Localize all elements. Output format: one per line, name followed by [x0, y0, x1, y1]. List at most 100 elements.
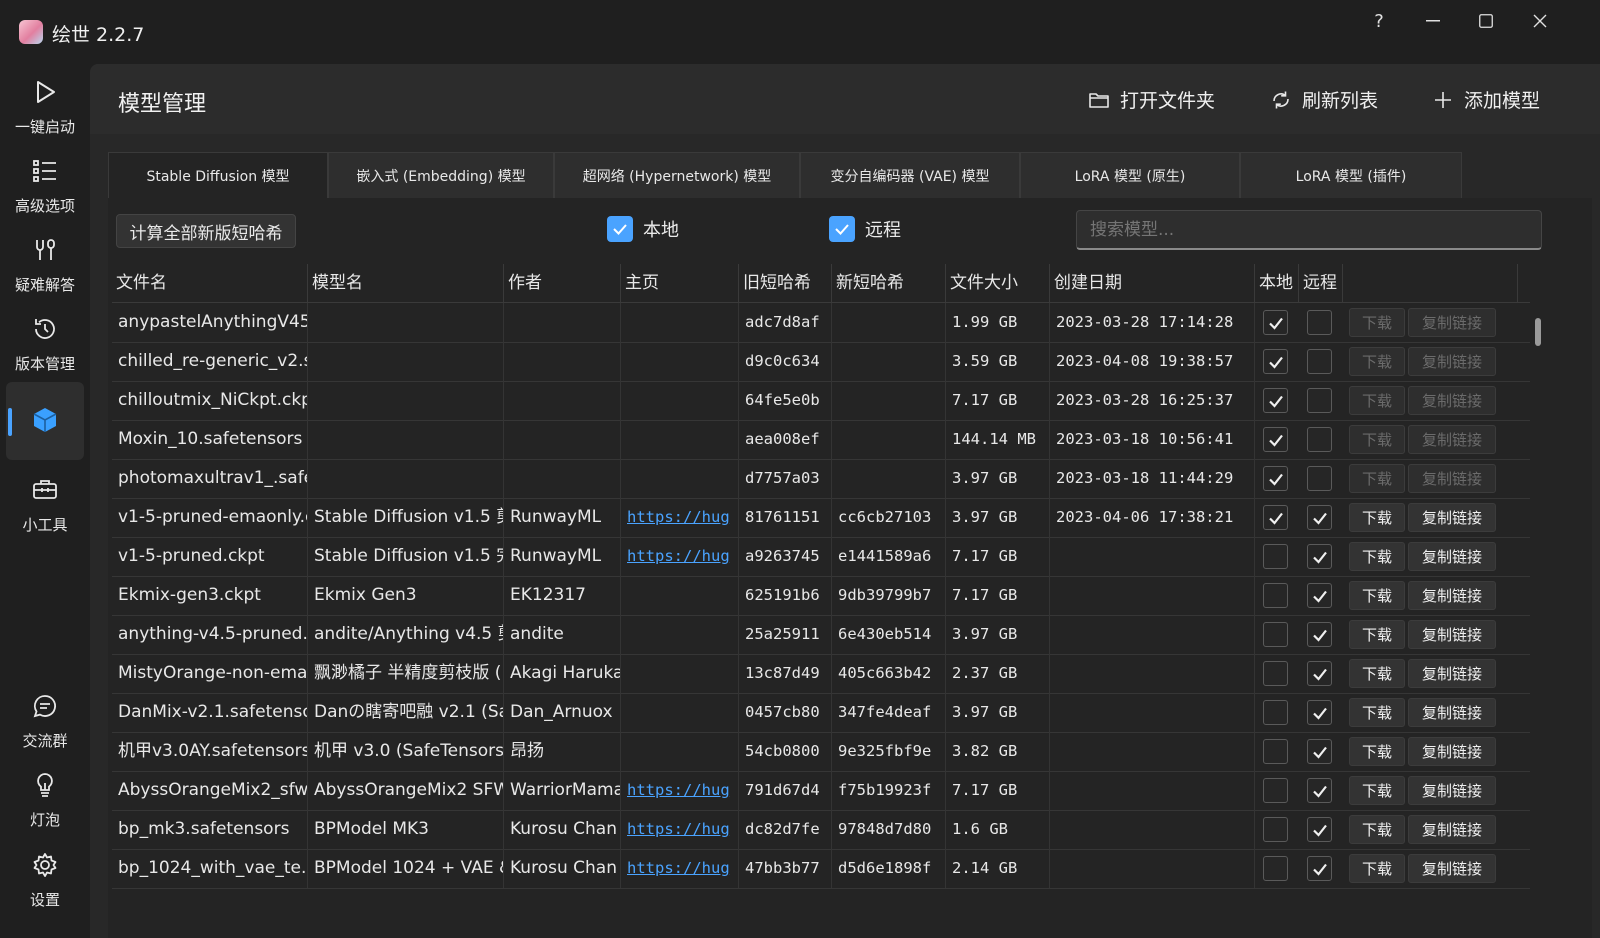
sidebar-item-community[interactable]: 交流群 — [6, 678, 84, 756]
column-header[interactable]: 文件大小 — [946, 264, 1050, 302]
table-row[interactable]: bp_mk3.safetensors BPModel MK3 Kurosu Chan… — [112, 810, 1530, 850]
local-checkbox[interactable] — [1263, 778, 1288, 803]
local-checkbox[interactable] — [1263, 544, 1288, 569]
sidebar-item-lightbulb[interactable]: 灯泡 — [6, 757, 84, 835]
cell-homepage[interactable]: https://hug — [621, 849, 739, 888]
download-button[interactable]: 下载 — [1349, 581, 1405, 610]
local-checkbox[interactable] — [1263, 466, 1288, 491]
local-filter-checkbox[interactable]: 本地 — [607, 216, 679, 242]
download-button[interactable]: 下载 — [1349, 698, 1405, 727]
download-button[interactable]: 下载 — [1349, 776, 1405, 805]
remote-checkbox[interactable] — [1307, 778, 1332, 803]
copy-link-button[interactable]: 复制链接 — [1408, 776, 1496, 805]
table-row[interactable]: anything-v4.5-pruned.s andite/Anything v4… — [112, 615, 1530, 655]
local-checkbox[interactable] — [1263, 700, 1288, 725]
copy-link-button[interactable]: 复制链接 — [1408, 386, 1496, 415]
remote-checkbox[interactable] — [1307, 583, 1332, 608]
table-row[interactable]: Ekmix-gen3.ckpt Ekmix Gen3 EK12317 625191b6… — [112, 576, 1530, 616]
minimize-button[interactable] — [1406, 4, 1460, 38]
local-checkbox[interactable] — [1263, 622, 1288, 647]
download-button[interactable]: 下载 — [1349, 737, 1405, 766]
add-model-button[interactable]: 添加模型 — [1432, 86, 1540, 113]
copy-link-button[interactable]: 复制链接 — [1408, 581, 1496, 610]
remote-checkbox[interactable] — [1307, 817, 1332, 842]
download-button[interactable]: 下载 — [1349, 659, 1405, 688]
sidebar-item-versions[interactable]: 版本管理 — [6, 301, 84, 379]
calc-hash-button[interactable]: 计算全部新版短哈希 — [116, 214, 296, 248]
download-button[interactable]: 下载 — [1349, 503, 1405, 532]
download-button[interactable]: 下载 — [1349, 620, 1405, 649]
column-header[interactable]: 作者 — [504, 264, 621, 302]
download-button[interactable]: 下载 — [1349, 464, 1405, 493]
search-input[interactable] — [1076, 210, 1542, 250]
tab-vae[interactable]: 变分自编码器 (VAE) 模型 — [800, 152, 1020, 198]
copy-link-button[interactable]: 复制链接 — [1408, 854, 1496, 883]
column-header[interactable]: 模型名 — [308, 264, 504, 302]
sidebar-item-settings[interactable]: 设置 — [6, 837, 84, 915]
remote-checkbox[interactable] — [1307, 388, 1332, 413]
copy-link-button[interactable]: 复制链接 — [1408, 425, 1496, 454]
cell-homepage[interactable]: https://hug — [621, 771, 739, 810]
download-button[interactable]: 下载 — [1349, 425, 1405, 454]
column-header[interactable]: 新短哈希 — [832, 264, 946, 302]
local-checkbox[interactable] — [1263, 427, 1288, 452]
tab-lora-native[interactable]: LoRA 模型 (原生) — [1020, 152, 1240, 198]
homepage-link[interactable]: https://hug — [627, 508, 730, 526]
sidebar-item-launch[interactable]: 一键启动 — [6, 64, 84, 142]
download-button[interactable]: 下载 — [1349, 854, 1405, 883]
help-button[interactable]: ? — [1352, 4, 1406, 38]
download-button[interactable]: 下载 — [1349, 542, 1405, 571]
copy-link-button[interactable]: 复制链接 — [1408, 347, 1496, 376]
copy-link-button[interactable]: 复制链接 — [1408, 308, 1496, 337]
table-row[interactable]: bp_1024_with_vae_te.cl BPModel 1024 + VAE… — [112, 849, 1530, 889]
table-row[interactable]: anypastelAnythingV45_ adc7d8af 1.99 GB 2023… — [112, 303, 1530, 343]
copy-link-button[interactable]: 复制链接 — [1408, 698, 1496, 727]
local-checkbox[interactable] — [1263, 505, 1288, 530]
sidebar-item-advanced[interactable]: 高级选项 — [6, 143, 84, 221]
download-button[interactable]: 下载 — [1349, 386, 1405, 415]
remote-checkbox[interactable] — [1307, 661, 1332, 686]
remote-checkbox[interactable] — [1307, 310, 1332, 335]
cell-homepage[interactable]: https://hug — [621, 537, 739, 576]
table-row[interactable]: v1-5-pruned-emaonly.c Stable Diffusion v1… — [112, 498, 1530, 538]
copy-link-button[interactable]: 复制链接 — [1408, 503, 1496, 532]
column-header[interactable]: 文件名 — [112, 264, 308, 302]
column-header[interactable]: 旧短哈希 — [739, 264, 832, 302]
remote-checkbox[interactable] — [1307, 856, 1332, 881]
download-button[interactable]: 下载 — [1349, 347, 1405, 376]
homepage-link[interactable]: https://hug — [627, 781, 730, 799]
remote-filter-checkbox[interactable]: 远程 — [829, 216, 901, 242]
remote-checkbox[interactable] — [1307, 739, 1332, 764]
local-checkbox[interactable] — [1263, 661, 1288, 686]
remote-checkbox[interactable] — [1307, 349, 1332, 374]
download-button[interactable]: 下载 — [1349, 815, 1405, 844]
maximize-button[interactable] — [1459, 4, 1513, 38]
sidebar-item-tools[interactable]: 小工具 — [6, 462, 84, 540]
tab-hypernetwork[interactable]: 超网络 (Hypernetwork) 模型 — [554, 152, 800, 198]
table-row[interactable]: v1-5-pruned.ckpt Stable Diffusion v1.5 完R… — [112, 537, 1530, 577]
local-checkbox[interactable] — [1263, 310, 1288, 335]
close-button[interactable] — [1513, 4, 1567, 38]
table-row[interactable]: Moxin_10.safetensors aea008ef 144.14 MB 202… — [112, 420, 1530, 460]
column-header[interactable]: 主页 — [621, 264, 739, 302]
remote-checkbox[interactable] — [1307, 544, 1332, 569]
tab-stable-diffusion[interactable]: Stable Diffusion 模型 — [108, 152, 328, 198]
column-header[interactable]: 创建日期 — [1050, 264, 1255, 302]
table-row[interactable]: 机甲v3.0AY.safetensors 机甲 v3.0 (SafeTensors… — [112, 732, 1530, 772]
refresh-button[interactable]: 刷新列表 — [1270, 86, 1378, 113]
table-row[interactable]: chilled_re-generic_v2.sa d9c0c634 3.59 GB 2… — [112, 342, 1530, 382]
table-row[interactable]: DanMix-v2.1.safetensor Danの瞎寄吧融 v2.1 (Sa D… — [112, 693, 1530, 733]
local-checkbox[interactable] — [1263, 349, 1288, 374]
copy-link-button[interactable]: 复制链接 — [1408, 737, 1496, 766]
local-checkbox[interactable] — [1263, 739, 1288, 764]
open-folder-button[interactable]: 打开文件夹 — [1088, 86, 1215, 113]
column-header[interactable]: 远程 — [1299, 264, 1343, 302]
remote-checkbox[interactable] — [1307, 700, 1332, 725]
table-row[interactable]: AbyssOrangeMix2_sfw. AbyssOrangeMix2 SFW W… — [112, 771, 1530, 811]
tab-embedding[interactable]: 嵌入式 (Embedding) 模型 — [328, 152, 554, 198]
cell-homepage[interactable]: https://hug — [621, 810, 739, 849]
column-header[interactable]: 本地 — [1255, 264, 1299, 302]
cell-homepage[interactable]: https://hug — [621, 498, 739, 537]
table-row[interactable]: chilloutmix_NiCkpt.ckpt 64fe5e0b 7.17 GB 20… — [112, 381, 1530, 421]
copy-link-button[interactable]: 复制链接 — [1408, 659, 1496, 688]
